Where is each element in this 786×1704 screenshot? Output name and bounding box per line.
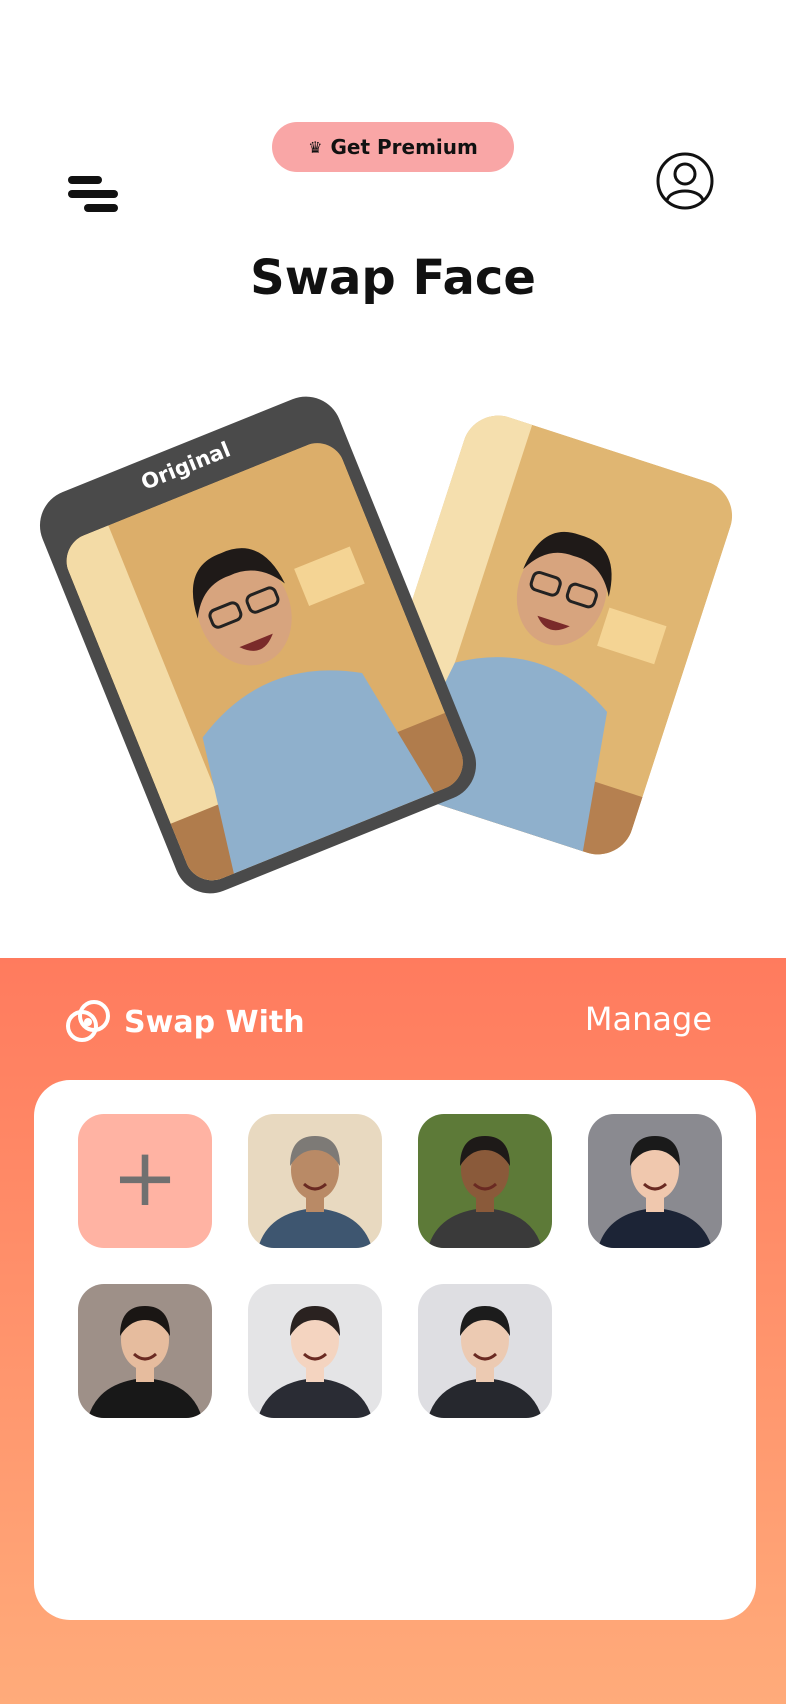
menu-line: [68, 176, 102, 184]
menu-line: [68, 190, 118, 198]
menu-icon[interactable]: [68, 174, 120, 214]
swap-with-panel: Swap With Manage +: [0, 958, 786, 1704]
face-thumbnail[interactable]: [418, 1114, 552, 1248]
portrait-image: [418, 1284, 552, 1418]
portrait-image: [418, 1114, 552, 1248]
swap-with-title: Swap With: [124, 1004, 305, 1040]
get-premium-button[interactable]: ♛ Get Premium: [272, 122, 514, 172]
swap-icon: [66, 1000, 110, 1042]
get-premium-label: Get Premium: [330, 135, 478, 159]
face-thumbnail[interactable]: [418, 1284, 552, 1418]
face-thumbnail[interactable]: [588, 1114, 722, 1248]
face-thumbnail[interactable]: [78, 1284, 212, 1418]
portrait-image: [78, 1284, 212, 1418]
faces-grid: +: [34, 1080, 756, 1620]
crown-icon: ♛: [308, 137, 323, 157]
page-title: Swap Face: [250, 250, 536, 306]
profile-icon[interactable]: [655, 151, 715, 211]
portrait-image: [248, 1114, 382, 1248]
original-preview-card: Original: [29, 385, 487, 905]
swap-with-header: Swap With: [64, 998, 305, 1046]
add-face-button[interactable]: +: [78, 1114, 212, 1248]
face-thumbnail[interactable]: [248, 1114, 382, 1248]
portrait-image: [248, 1284, 382, 1418]
plus-icon: +: [111, 1131, 179, 1224]
portrait-image: [588, 1114, 722, 1248]
manage-button[interactable]: Manage: [585, 1000, 712, 1038]
face-thumbnail[interactable]: [248, 1284, 382, 1418]
menu-line: [84, 204, 118, 212]
